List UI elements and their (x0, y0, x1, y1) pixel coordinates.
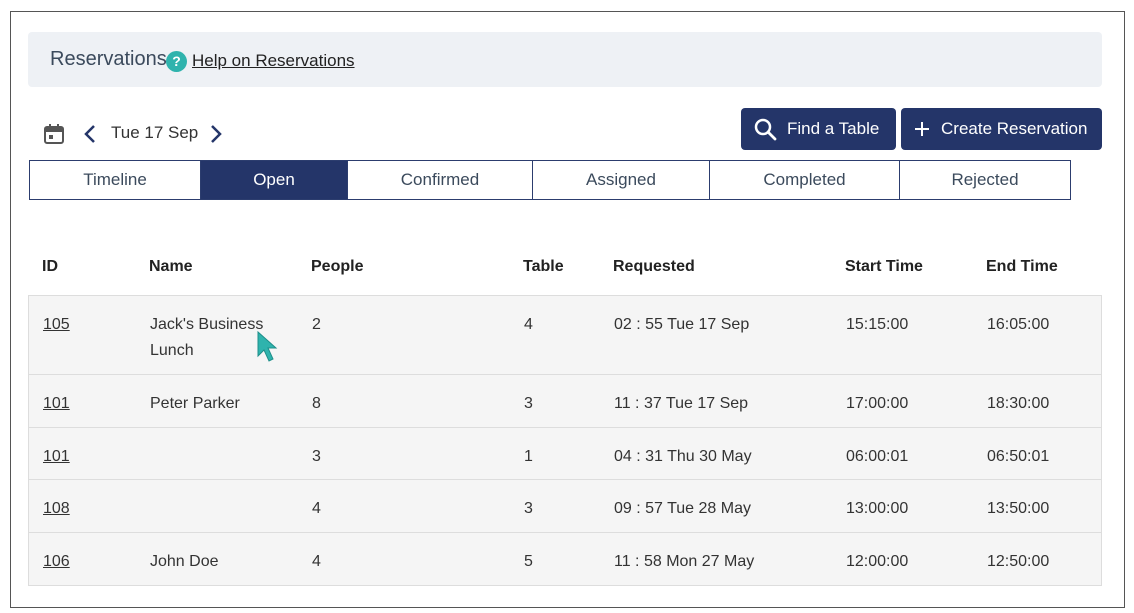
page-header (28, 32, 1102, 87)
reservation-table: 4 (524, 316, 533, 333)
tab-completed[interactable]: Completed (709, 160, 900, 200)
help-link[interactable]: Help on Reservations (192, 51, 355, 71)
create-reservation-label: Create Reservation (941, 119, 1088, 138)
reservation-people: 3 (312, 448, 321, 465)
reservation-id-link[interactable]: 101 (43, 391, 70, 417)
tab-assigned[interactable]: Assigned (532, 160, 710, 200)
reservation-end-time: 12:50:00 (987, 553, 1050, 570)
reservation-requested: 11 : 58 Mon 27 May (614, 553, 755, 570)
reservation-people: 4 (312, 553, 321, 570)
reservation-start-time: 15:15:00 (846, 316, 909, 333)
create-reservation-button[interactable]: Create Reservation (901, 108, 1102, 150)
current-date: Tue 17 Sep (111, 123, 199, 142)
reservation-requested: 02 : 55 Tue 17 Sep (614, 316, 750, 333)
table-row[interactable]: 108 4 3 09 : 57 Tue 28 May 13:00:00 13:5… (29, 480, 1101, 533)
chevron-left-icon[interactable] (82, 123, 98, 145)
column-header-requested: Requested (613, 258, 695, 275)
plus-icon (915, 122, 929, 136)
mouse-cursor-icon (257, 330, 278, 362)
reservation-people: 4 (312, 500, 321, 517)
reservation-start-time: 13:00:00 (846, 500, 909, 517)
reservation-id-link[interactable]: 108 (43, 496, 70, 522)
column-header-start-time: Start Time (845, 258, 923, 275)
reservation-people: 2 (312, 316, 321, 333)
reservation-end-time: 06:50:01 (987, 448, 1050, 465)
reservation-start-time: 06:00:01 (846, 448, 909, 465)
column-header-end-time: End Time (986, 258, 1058, 275)
status-tabs: Timeline Open Confirmed Assigned Complet… (29, 160, 1071, 200)
reservation-name: John Doe (150, 553, 219, 570)
column-header-name: Name (149, 258, 193, 275)
page-title: Reservations (50, 48, 167, 70)
reservation-start-time: 17:00:00 (846, 395, 909, 412)
reservation-end-time: 13:50:00 (987, 500, 1050, 517)
reservation-table: 5 (524, 553, 533, 570)
reservation-id-link[interactable]: 105 (43, 312, 70, 338)
tab-timeline[interactable]: Timeline (29, 160, 201, 200)
table-row[interactable]: 101 Peter Parker 8 3 11 : 37 Tue 17 Sep … (29, 375, 1101, 428)
chevron-right-icon[interactable] (208, 123, 224, 145)
reservation-end-time: 16:05:00 (987, 316, 1050, 333)
column-header-people: People (311, 258, 364, 275)
reservation-people: 8 (312, 395, 321, 412)
table-row[interactable]: 106 John Doe 4 5 11 : 58 Mon 27 May 12:0… (29, 533, 1101, 586)
calendar-icon[interactable] (43, 123, 65, 145)
tab-open[interactable]: Open (200, 160, 348, 200)
reservation-name: Peter Parker (150, 395, 240, 412)
table-row[interactable]: 105 Jack's Business Lunch 2 4 02 : 55 Tu… (29, 296, 1101, 375)
find-table-button[interactable]: Find a Table (741, 108, 896, 150)
table-header: ID Name People Table Requested Start Tim… (28, 258, 1102, 294)
tab-rejected[interactable]: Rejected (899, 160, 1071, 200)
reservation-requested: 04 : 31 Thu 30 May (614, 448, 752, 465)
reservation-start-time: 12:00:00 (846, 553, 909, 570)
find-table-label: Find a Table (787, 119, 880, 138)
reservations-table: 105 Jack's Business Lunch 2 4 02 : 55 Tu… (28, 295, 1102, 586)
help-icon[interactable]: ? (166, 51, 187, 72)
reservation-table: 3 (524, 395, 533, 412)
column-header-table: Table (523, 258, 564, 275)
search-icon (754, 118, 777, 141)
reservation-requested: 11 : 37 Tue 17 Sep (614, 395, 749, 412)
column-header-id: ID (42, 258, 58, 275)
reservation-id-link[interactable]: 106 (43, 549, 70, 575)
reservation-table: 1 (524, 448, 533, 465)
tab-confirmed[interactable]: Confirmed (347, 160, 533, 200)
reservation-requested: 09 : 57 Tue 28 May (614, 500, 751, 517)
reservation-table: 3 (524, 500, 533, 517)
reservation-id-link[interactable]: 101 (43, 444, 70, 470)
reservation-end-time: 18:30:00 (987, 395, 1050, 412)
table-row[interactable]: 101 3 1 04 : 31 Thu 30 May 06:00:01 06:5… (29, 428, 1101, 480)
